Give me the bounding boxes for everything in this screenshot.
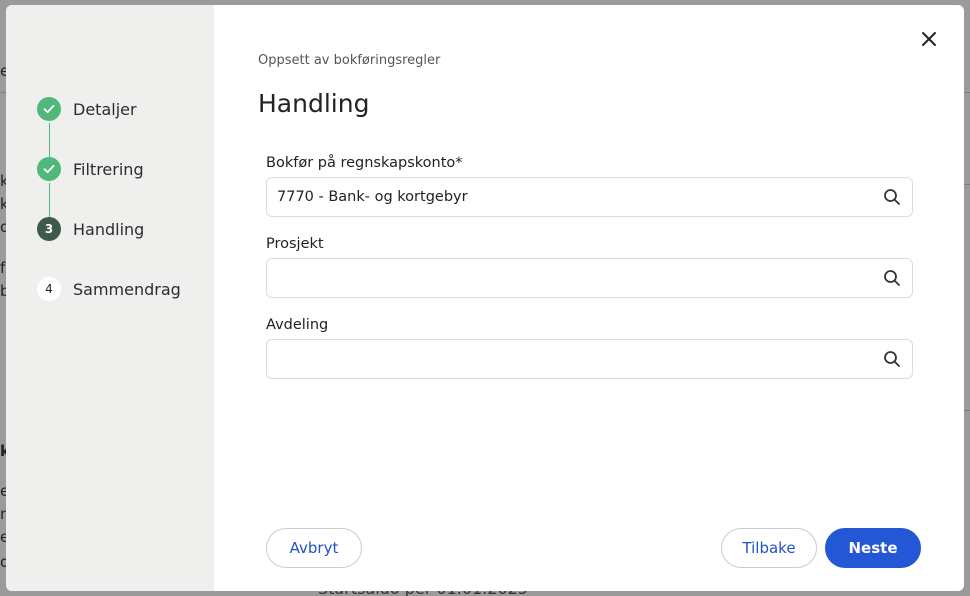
close-icon <box>921 31 937 51</box>
step-label: Handling <box>73 219 145 239</box>
department-search-input[interactable] <box>266 339 913 379</box>
project-label: Prosjekt <box>266 236 324 252</box>
project-search-input[interactable] <box>266 258 913 298</box>
search-icon[interactable] <box>872 340 912 378</box>
cancel-button[interactable]: Avbryt <box>266 528 362 568</box>
account-value: 7770 - Bank- og kortgebyr <box>277 189 468 205</box>
modal-content: Oppsett av bokføringsregler Handling Bok… <box>214 5 964 591</box>
next-button[interactable]: Neste <box>825 528 921 568</box>
close-button[interactable] <box>918 30 940 52</box>
search-icon[interactable] <box>872 178 912 216</box>
step-label: Detaljer <box>73 99 137 119</box>
step-label: Sammendrag <box>73 279 181 299</box>
step-connector <box>49 123 50 157</box>
check-icon <box>37 157 61 181</box>
background-divider <box>964 184 970 185</box>
search-icon[interactable] <box>872 259 912 297</box>
modal-subtitle: Oppsett av bokføringsregler <box>258 53 441 68</box>
step-handling[interactable]: 3 Handling <box>37 216 144 242</box>
background-divider <box>964 410 970 411</box>
background-divider <box>964 92 970 93</box>
department-label: Avdeling <box>266 317 329 333</box>
account-label: Bokfør på regnskapskonto* <box>266 155 463 171</box>
background-text: f <box>0 259 6 277</box>
step-number: 3 <box>37 217 61 241</box>
rules-setup-modal: Detaljer Filtrering 3 Handling 4 Sammend… <box>6 5 964 591</box>
check-icon <box>37 97 61 121</box>
stepper-sidebar: Detaljer Filtrering 3 Handling 4 Sammend… <box>6 5 214 591</box>
back-button[interactable]: Tilbake <box>721 528 817 568</box>
step-filtrering[interactable]: Filtrering <box>37 156 144 182</box>
step-sammendrag[interactable]: 4 Sammendrag <box>37 276 181 302</box>
step-label: Filtrering <box>73 159 144 179</box>
step-connector <box>49 183 50 217</box>
page-title: Handling <box>258 89 370 118</box>
account-search-input[interactable]: 7770 - Bank- og kortgebyr <box>266 177 913 217</box>
step-detaljer[interactable]: Detaljer <box>37 96 137 122</box>
step-number: 4 <box>37 277 61 301</box>
